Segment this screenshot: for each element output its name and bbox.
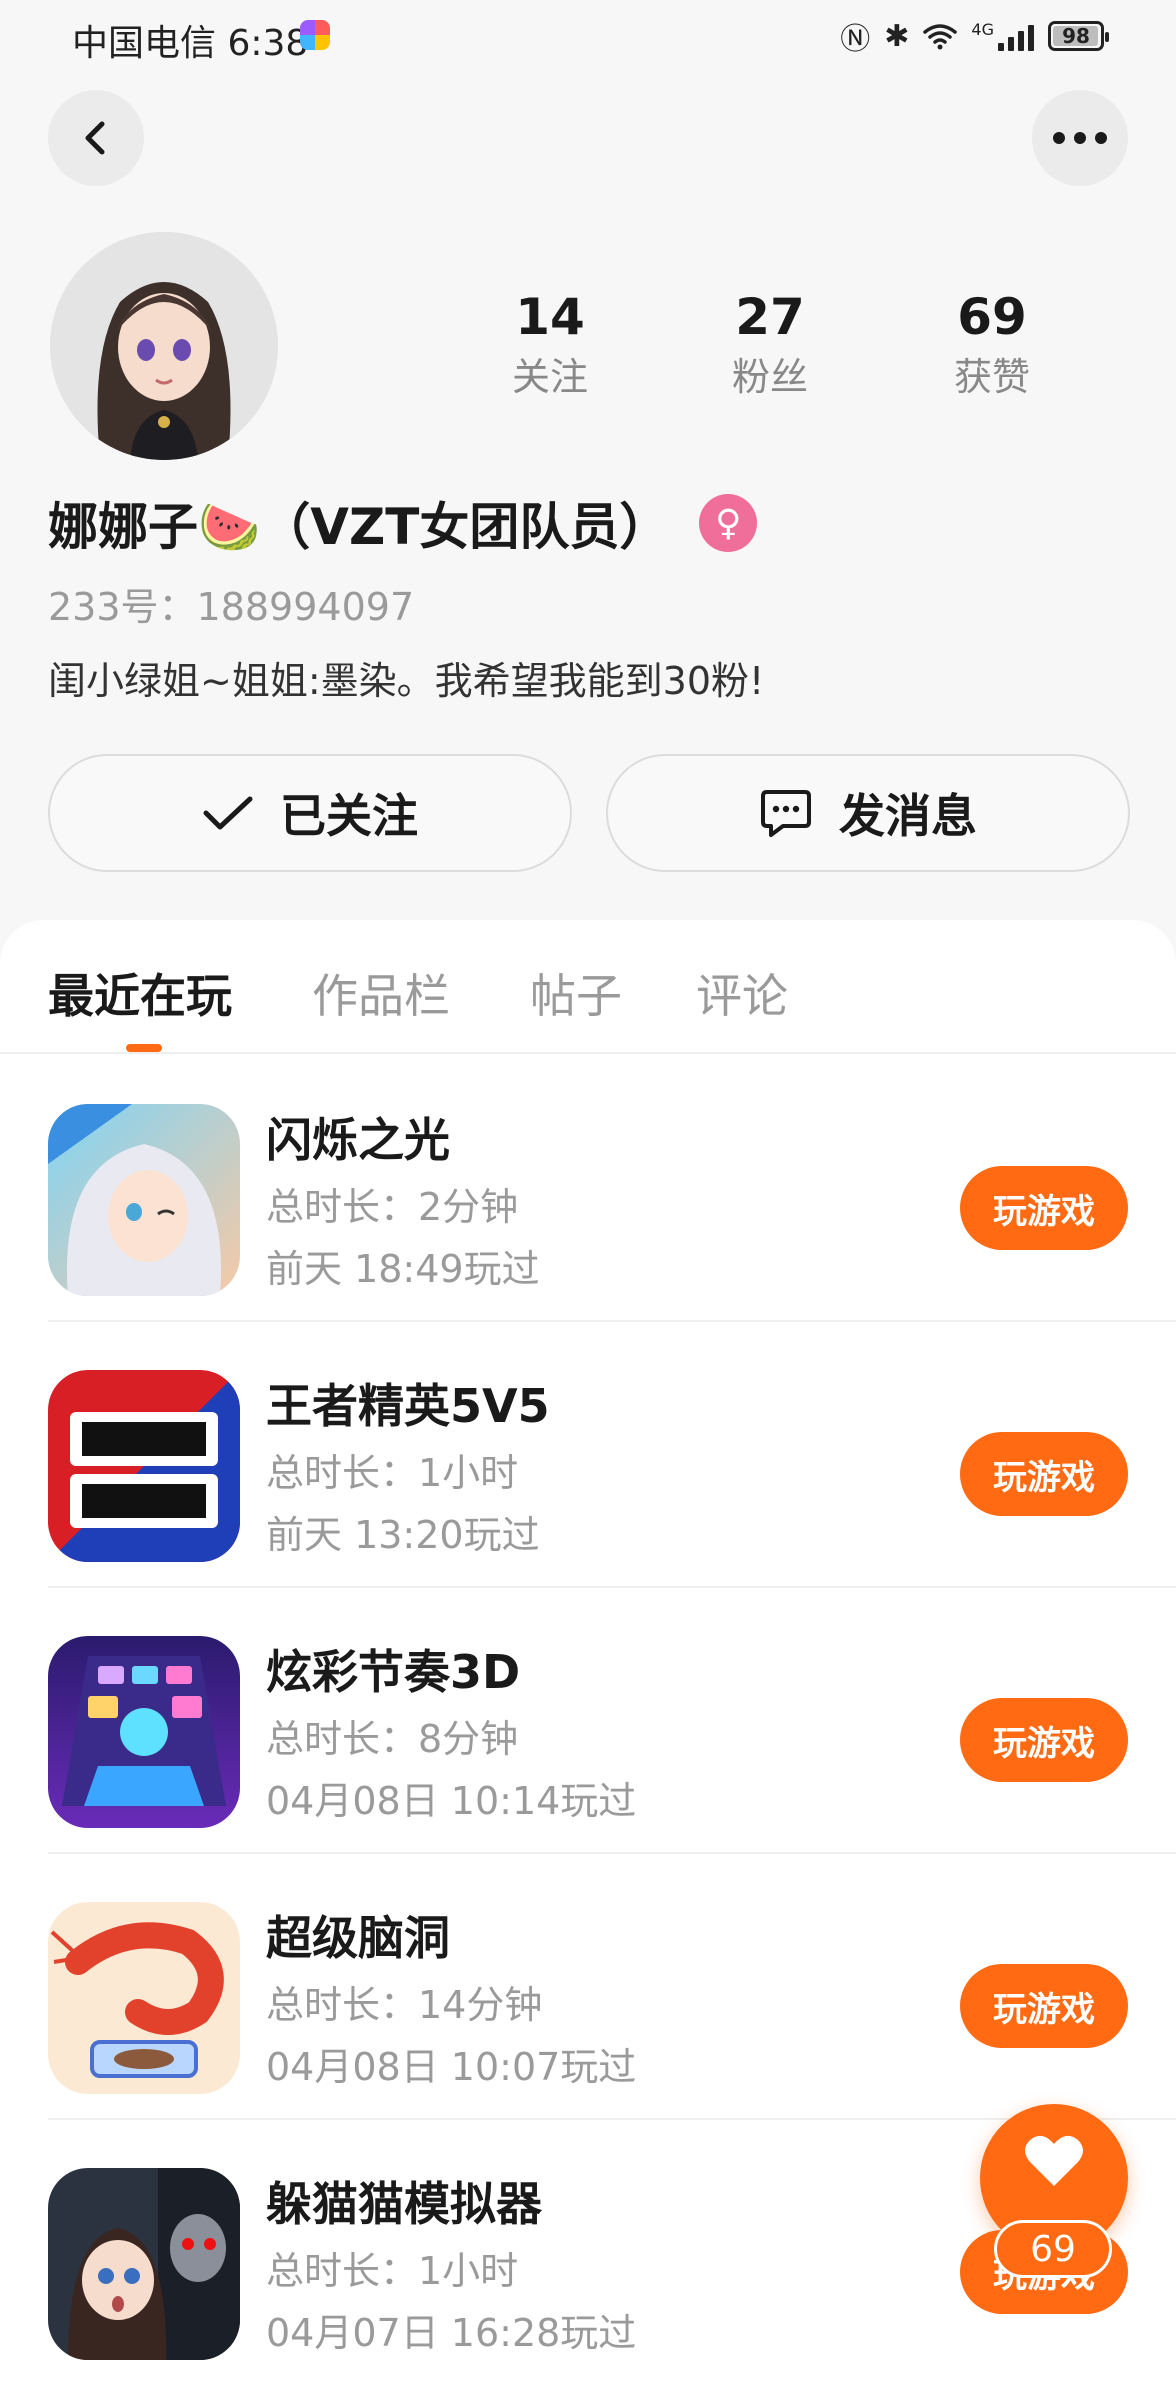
anime-girl-icon <box>48 1104 240 1296</box>
chat-bubble-icon <box>761 790 811 837</box>
user-id: 233号：188994097 <box>48 585 415 629</box>
game-last-played: 04月08日 10:07玩过 <box>266 2045 637 2089</box>
game-duration: 总时长：1小时 <box>266 2249 519 2293</box>
bio: 闺小绿姐~姐姐:墨染。我希望我能到30粉! <box>48 659 765 703</box>
bluetooth-icon: ✱ <box>884 18 910 54</box>
shrimp-icon <box>48 1902 240 2094</box>
stat-following[interactable]: 14 关注 <box>460 285 640 405</box>
play-game-button[interactable]: 玩游戏 <box>960 1166 1128 1250</box>
avatar-image <box>50 232 278 460</box>
wifi-icon <box>923 24 958 50</box>
game-duration: 总时长：2分钟 <box>266 1185 519 1229</box>
tab-indicator <box>126 1044 162 1052</box>
back-button[interactable] <box>48 90 144 186</box>
send-message-button[interactable]: 发消息 <box>606 754 1130 872</box>
status-icons: Ⓝ ✱ 4G 98 <box>840 16 1109 57</box>
stat-label: 粉丝 <box>731 355 808 399</box>
nickname-row: 娜娜子🍉（VZT女团队员） ♀ <box>48 488 758 558</box>
followed-label: 已关注 <box>280 789 418 843</box>
stat-value: 69 <box>957 288 1027 346</box>
game-last-played: 前天 13:20玩过 <box>266 1513 540 1557</box>
more-button[interactable] <box>1032 90 1128 186</box>
stat-likes[interactable]: 69 获赞 <box>902 285 1082 405</box>
game-duration: 总时长：1小时 <box>266 1451 519 1495</box>
tab-works[interactable]: 作品栏 <box>312 960 450 1026</box>
like-count-badge: 69 <box>994 2220 1112 2278</box>
wangzhe-5v5-icon <box>48 1370 240 1562</box>
game-duration: 总时长：8分钟 <box>266 1717 519 1761</box>
carrier-time: 中国电信 6:38 <box>72 23 309 64</box>
game-last-played: 04月08日 10:14玩过 <box>266 1779 637 1823</box>
game-title: 超级脑洞 <box>266 1911 450 1965</box>
stat-label: 获赞 <box>953 355 1030 399</box>
followed-button[interactable]: 已关注 <box>48 754 572 872</box>
game-row[interactable]: 闪烁之光 总时长：2分钟 前天 18:49玩过 玩游戏 <box>48 1056 1176 1322</box>
avatar[interactable] <box>50 232 278 460</box>
game-title: 炫彩节奏3D <box>266 1645 521 1699</box>
hide-and-seek-icon <box>48 2168 240 2360</box>
game-title: 躲猫猫模拟器 <box>266 2177 542 2231</box>
network-type: 4G <box>971 19 994 39</box>
signal-icon <box>998 21 1034 51</box>
play-game-button[interactable]: 玩游戏 <box>960 1964 1128 2048</box>
stat-value: 27 <box>735 288 805 346</box>
game-title: 王者精英5V5 <box>266 1379 550 1433</box>
stat-value: 14 <box>515 288 585 346</box>
more-horizontal-icon <box>1053 132 1107 144</box>
game-duration: 总时长：14分钟 <box>266 1983 543 2027</box>
heart-icon <box>1025 2135 1083 2186</box>
stat-followers[interactable]: 27 粉丝 <box>680 285 860 405</box>
rhythm-tiles-icon <box>48 1636 240 1828</box>
stat-label: 关注 <box>511 355 588 399</box>
game-row[interactable]: 超级脑洞 总时长：14分钟 04月08日 10:07玩过 玩游戏 <box>48 1854 1176 2120</box>
play-game-button[interactable]: 玩游戏 <box>960 1432 1128 1516</box>
notification-app-icon <box>300 20 330 50</box>
game-row[interactable]: 炫彩节奏3D 总时长：8分钟 04月08日 10:14玩过 玩游戏 <box>48 1588 1176 1854</box>
nickname: 娜娜子🍉（VZT女团队员） <box>48 498 670 556</box>
battery-level: 98 <box>1062 24 1090 48</box>
battery-icon: 98 <box>1048 21 1109 51</box>
game-title: 闪烁之光 <box>266 1113 450 1167</box>
chevron-left-icon <box>85 121 105 155</box>
tab-recently-played[interactable]: 最近在玩 <box>48 960 232 1026</box>
tab-comments[interactable]: 评论 <box>696 960 788 1026</box>
tab-posts[interactable]: 帖子 <box>530 960 622 1026</box>
stats: 14 关注 27 粉丝 69 获赞 <box>460 285 1060 415</box>
play-game-button[interactable]: 玩游戏 <box>960 1698 1128 1782</box>
game-last-played: 04月07日 16:28玩过 <box>266 2311 637 2355</box>
nfc-icon: Ⓝ <box>840 22 871 57</box>
status-bar: 中国电信 6:38 Ⓝ ✱ 4G 98 <box>0 0 1176 72</box>
game-row[interactable]: 王者精英5V5 总时长：1小时 前天 13:20玩过 玩游戏 <box>48 1322 1176 1588</box>
send-message-label: 发消息 <box>839 789 977 843</box>
tab-bar: 最近在玩 作品栏 帖子 评论 <box>0 920 1176 1054</box>
game-last-played: 前天 18:49玩过 <box>266 1247 540 1291</box>
female-icon: ♀ <box>699 494 758 552</box>
check-icon <box>203 796 253 830</box>
